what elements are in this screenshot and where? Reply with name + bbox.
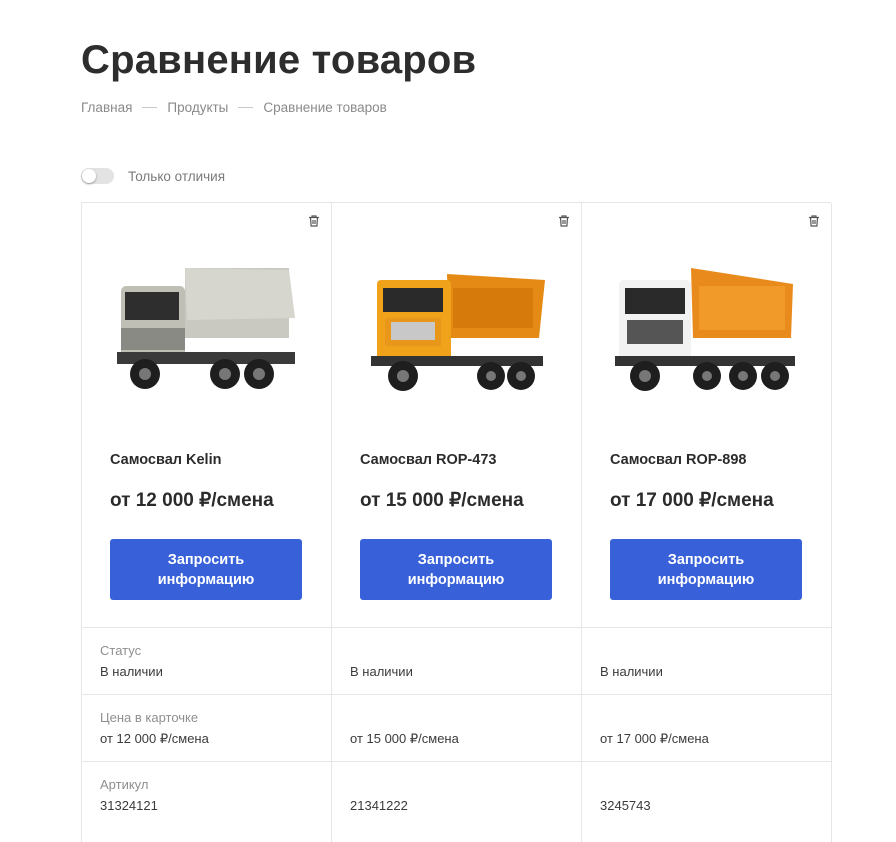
breadcrumb-products[interactable]: Продукты: [167, 100, 228, 115]
trash-icon[interactable]: [307, 214, 321, 228]
toggle-knob: [82, 169, 96, 183]
property-value: от 12 000 ₽/смена: [100, 731, 209, 746]
property-label-article: Артикул: [100, 777, 149, 792]
property-value: 31324121: [100, 798, 158, 813]
only-differences-toggle[interactable]: [81, 168, 114, 184]
request-info-button[interactable]: Запросить информацию: [360, 539, 552, 600]
comparison-table: Самосвал Kelin от 12 000 ₽/смена Запроси…: [81, 202, 832, 842]
breadcrumb-current: Сравнение товаров: [263, 100, 387, 115]
breadcrumb-separator: [238, 107, 254, 108]
property-value: 3245743: [600, 798, 651, 813]
property-label-card-price: Цена в карточке: [100, 710, 199, 725]
trash-icon[interactable]: [557, 214, 571, 228]
product-name: Самосвал ROP-898: [610, 452, 747, 468]
row-divider: [82, 627, 832, 628]
row-divider: [82, 761, 832, 762]
request-info-button[interactable]: Запросить информацию: [110, 539, 302, 600]
product-name: Самосвал ROP-473: [360, 452, 497, 468]
property-value: от 15 000 ₽/смена: [350, 731, 459, 746]
page-title: Сравнение товаров: [81, 38, 477, 82]
request-info-button[interactable]: Запросить информацию: [610, 539, 802, 600]
property-value: В наличии: [100, 664, 163, 679]
only-differences-label: Только отличия: [128, 168, 226, 184]
product-price: от 15 000 ₽/смена: [360, 490, 524, 511]
property-value: от 17 000 ₽/смена: [600, 731, 709, 746]
product-price: от 17 000 ₽/смена: [610, 490, 774, 511]
product-image-white-orange-dump-truck: [615, 268, 795, 391]
property-value: В наличии: [350, 664, 413, 679]
product-name: Самосвал Kelin: [110, 452, 222, 468]
product-image-gray-dump-truck: [117, 268, 295, 389]
property-label-status: Статус: [100, 643, 142, 658]
product-image-yellow-dump-truck: [371, 274, 545, 391]
breadcrumb: Главная Продукты Сравнение товаров: [81, 100, 387, 115]
trash-icon[interactable]: [807, 214, 821, 228]
row-divider: [82, 694, 832, 695]
breadcrumb-home[interactable]: Главная: [81, 100, 132, 115]
property-value: В наличии: [600, 664, 663, 679]
breadcrumb-separator: [142, 107, 158, 108]
property-value: 21341222: [350, 798, 408, 813]
differences-filter: Только отличия: [81, 168, 225, 184]
product-price: от 12 000 ₽/смена: [110, 490, 274, 511]
